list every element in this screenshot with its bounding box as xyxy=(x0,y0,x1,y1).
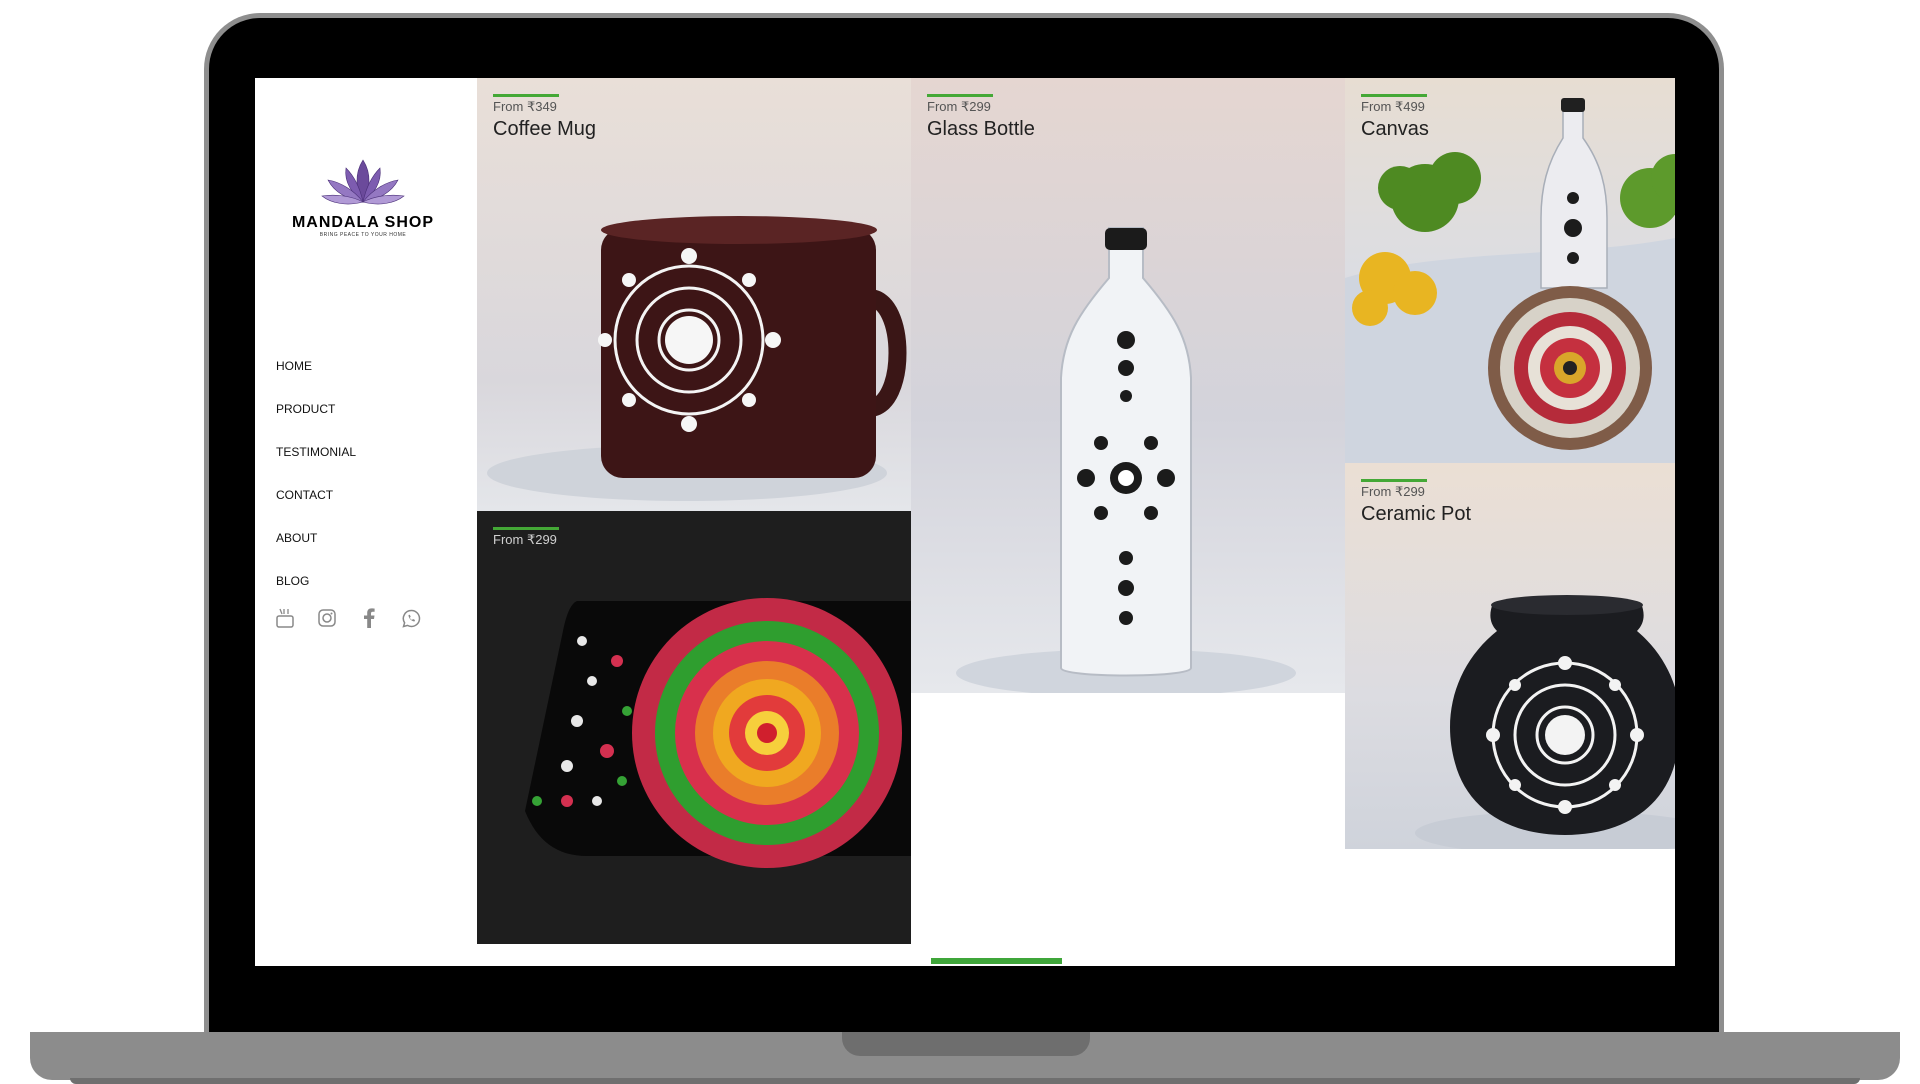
product-tile-ceramic-pot[interactable]: From ₹299 Ceramic Pot xyxy=(1345,463,1675,849)
tile-label: From ₹299 Ceramic Pot xyxy=(1361,479,1471,526)
nav-contact[interactable]: CONTACT xyxy=(276,488,356,531)
product-name: Glass Bottle xyxy=(927,118,1035,140)
accent-line xyxy=(493,94,559,97)
tray-photo xyxy=(477,511,911,944)
whatsapp-icon[interactable] xyxy=(401,608,421,628)
youtube-icon[interactable] xyxy=(275,608,295,628)
tile-label: From ₹299 Glass Bottle xyxy=(927,94,1035,141)
product-price: From ₹299 xyxy=(1361,484,1425,499)
instagram-icon[interactable] xyxy=(317,608,337,628)
brand-name: MANDALA SHOP xyxy=(291,214,435,231)
social-links xyxy=(275,608,421,628)
laptop-notch xyxy=(842,1032,1090,1056)
accent-line xyxy=(1361,479,1427,482)
facebook-icon[interactable] xyxy=(359,608,379,628)
product-price: From ₹299 xyxy=(493,532,557,547)
product-price: From ₹349 xyxy=(493,99,557,114)
product-tile-canvas[interactable]: From ₹499 Canvas xyxy=(1345,78,1675,463)
accent-line xyxy=(1361,94,1427,97)
coffee-mug-photo xyxy=(477,78,911,511)
product-tile-glass-bottle[interactable]: From ₹299 Glass Bottle xyxy=(911,78,1345,693)
product-tile-tray[interactable]: From ₹299 xyxy=(477,511,911,944)
product-tile-coffee-mug[interactable]: From ₹349 Coffee Mug xyxy=(477,78,911,511)
main-nav: HOME PRODUCT TESTIMONIAL CONTACT ABOUT B… xyxy=(276,359,356,617)
accent-line xyxy=(493,527,559,530)
nav-testimonial[interactable]: TESTIMONIAL xyxy=(276,445,356,488)
product-price: From ₹299 xyxy=(927,99,991,114)
sidebar: MANDALA SHOP BRING PEACE TO YOUR HOME HO… xyxy=(255,78,477,966)
product-name: Ceramic Pot xyxy=(1361,503,1472,525)
logo[interactable]: MANDALA SHOP BRING PEACE TO YOUR HOME xyxy=(273,156,453,238)
nav-product[interactable]: PRODUCT xyxy=(276,402,356,445)
tile-label: From ₹299 xyxy=(493,527,559,551)
product-name: Coffee Mug xyxy=(493,118,597,140)
nav-home[interactable]: HOME xyxy=(276,359,356,402)
laptop-base-shadow xyxy=(70,1078,1860,1084)
product-price: From ₹499 xyxy=(1361,99,1425,114)
website-screen: MANDALA SHOP BRING PEACE TO YOUR HOME HO… xyxy=(255,78,1675,966)
tile-label: From ₹499 Canvas xyxy=(1361,94,1429,141)
accent-line xyxy=(927,94,993,97)
nav-about[interactable]: ABOUT xyxy=(276,531,356,574)
glass-bottle-photo xyxy=(911,78,1345,693)
product-name: Canvas xyxy=(1361,118,1429,140)
tile-label: From ₹349 Coffee Mug xyxy=(493,94,596,141)
lotus-icon xyxy=(321,159,405,205)
brand-tagline: BRING PEACE TO YOUR HOME xyxy=(319,232,407,238)
scroll-indicator[interactable] xyxy=(931,958,1062,964)
